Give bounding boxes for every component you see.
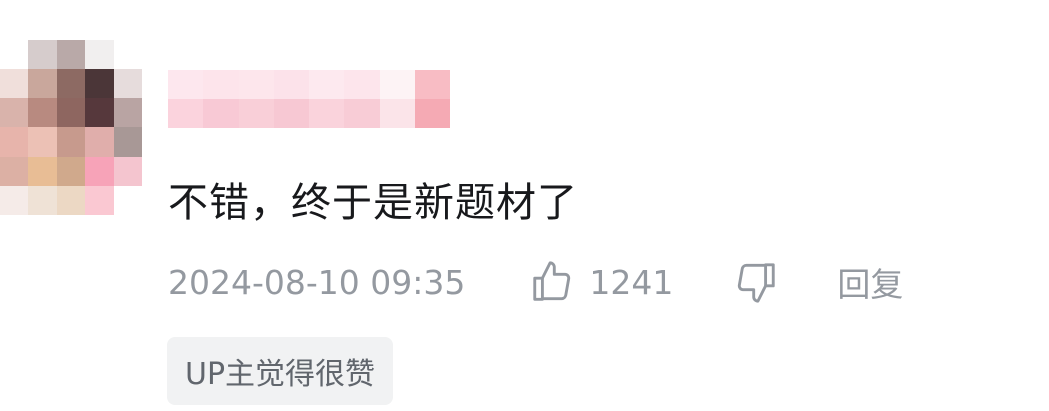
dislike-button[interactable] (733, 259, 779, 305)
thumb-up-icon (533, 261, 571, 301)
comment-meta: 2024-08-10 09:35 1241 回复 (168, 258, 903, 306)
comment-text: 不错，终于是新题材了 (168, 180, 578, 226)
username[interactable] (168, 70, 450, 128)
like-count: 1241 (589, 262, 674, 302)
timestamp: 2024-08-10 09:35 (168, 262, 466, 302)
like-button[interactable]: 1241 (529, 259, 673, 305)
thumb-down-icon (738, 263, 776, 303)
reply-button[interactable]: 回复 (837, 258, 903, 306)
up-liked-badge: UP主觉得很赞 (167, 337, 394, 405)
avatar[interactable] (0, 40, 142, 215)
